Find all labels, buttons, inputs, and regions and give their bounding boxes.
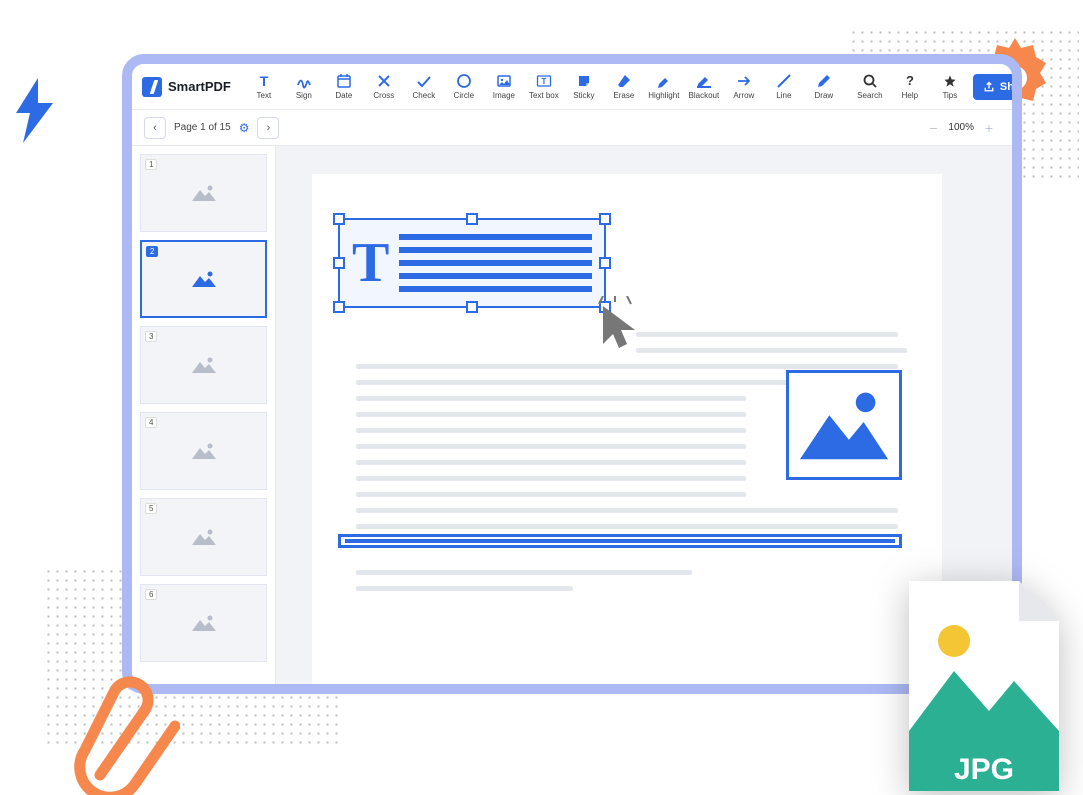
page-settings-button[interactable]: ⚙ [239,121,250,135]
pager: ‹ Page 1 of 15 ⚙ › [132,117,291,139]
arrow-icon [736,73,752,89]
erase-icon [616,73,632,89]
page-thumbnail[interactable]: 1 [140,154,267,232]
jpg-file-icon: JPG [899,581,1059,791]
selected-textbox[interactable]: T [338,218,606,308]
check-icon [416,73,432,89]
resize-handle-mr[interactable] [599,257,611,269]
page-thumbnail[interactable]: 5 [140,498,267,576]
tool-sign[interactable]: Sign [285,67,323,107]
toolbar: SmartPDF TText Sign Date Cross Check Cir… [132,64,1012,110]
thumb-number: 2 [146,246,158,257]
thumbnail-sidebar[interactable]: 1 2 3 4 5 6 [132,146,276,684]
jpg-label: JPG [954,753,1014,786]
tool-erase[interactable]: Erase [605,67,643,107]
document-page[interactable]: T [312,174,942,684]
svg-text:T: T [541,77,546,86]
tool-highlight[interactable]: Highlight [645,67,683,107]
search-icon [862,73,878,89]
page-thumbnail[interactable]: 4 [140,412,267,490]
tool-draw[interactable]: Draw [805,67,843,107]
tool-sticky[interactable]: Sticky [565,67,603,107]
tips-icon [942,73,958,89]
tool-image[interactable]: Image [485,67,523,107]
tool-group-edit: TText Sign Date Cross Check Circle Image… [245,67,843,107]
logo-icon [142,77,162,97]
app-window: SmartPDF TText Sign Date Cross Check Cir… [122,54,1022,694]
prev-page-button[interactable]: ‹ [144,117,166,139]
mountain-icon [191,269,217,289]
calendar-icon [336,73,352,89]
next-page-button[interactable]: › [257,117,279,139]
app-name: SmartPDF [168,79,231,94]
thumb-number: 6 [145,589,157,600]
zoom-out-button[interactable]: − [924,119,942,137]
thumb-number: 1 [145,159,157,170]
image-placeholder[interactable] [786,370,902,480]
sign-icon [296,73,312,89]
resize-handle-bm[interactable] [466,301,478,313]
mountain-icon [795,379,893,471]
thumb-number: 5 [145,503,157,514]
resize-handle-ml[interactable] [333,257,345,269]
text-icon: T [256,73,272,89]
image-icon [496,73,512,89]
tool-text[interactable]: TText [245,67,283,107]
tool-line[interactable]: Line [765,67,803,107]
page-thumbnail[interactable]: 6 [140,584,267,662]
share-icon [983,81,995,93]
svg-text:T: T [260,73,269,89]
pencil-icon [816,73,832,89]
line-icon [776,73,792,89]
page-thumbnail[interactable]: 2 [140,240,267,318]
zoom-in-button[interactable]: + [980,119,998,137]
mountain-icon [191,355,217,375]
textbox-letter: T [352,235,389,291]
highlight-icon [656,73,672,89]
zoom-level: 100% [948,122,974,133]
subbar: ‹ Page 1 of 15 ⚙ › − 100% + [132,110,1012,146]
textbox-icon: T [536,73,552,89]
resize-handle-tr[interactable] [599,213,611,225]
help-icon: ? [902,73,918,89]
bolt-decoration [8,78,63,143]
resize-handle-tm[interactable] [466,213,478,225]
tool-help[interactable]: ?Help [891,67,929,107]
mountain-icon [191,441,217,461]
tool-cross[interactable]: Cross [365,67,403,107]
tool-check[interactable]: Check [405,67,443,107]
main-area: 1 2 3 4 5 6 T [132,146,1012,684]
resize-handle-tl[interactable] [333,213,345,225]
tool-circle[interactable]: Circle [445,67,483,107]
app-logo[interactable]: SmartPDF [142,77,231,97]
page-thumbnail[interactable]: 3 [140,326,267,404]
svg-text:?: ? [906,73,914,88]
circle-icon [456,73,472,89]
tool-textbox[interactable]: TText box [525,67,563,107]
mountain-icon [191,183,217,203]
sticky-icon [576,73,592,89]
share-button[interactable]: Share [973,74,1022,100]
tool-date[interactable]: Date [325,67,363,107]
textbox-lines [399,234,592,292]
tool-blackout[interactable]: Blackout [685,67,723,107]
tool-tips[interactable]: Tips [931,67,969,107]
page-indicator: Page 1 of 15 [174,122,231,133]
zoom-controls: − 100% + [910,119,1012,137]
selected-bar[interactable] [338,534,902,548]
tool-search[interactable]: Search [851,67,889,107]
tool-arrow[interactable]: Arrow [725,67,763,107]
thumb-number: 3 [145,331,157,342]
mountain-icon [191,613,217,633]
paperclip-decoration [70,665,180,795]
mountain-icon [191,527,217,547]
blackout-icon [696,73,712,89]
cursor-pointer-icon [597,296,645,352]
thumb-number: 4 [145,417,157,428]
cross-icon [376,73,392,89]
tool-group-help: Search ?Help Tips [851,67,969,107]
resize-handle-bl[interactable] [333,301,345,313]
